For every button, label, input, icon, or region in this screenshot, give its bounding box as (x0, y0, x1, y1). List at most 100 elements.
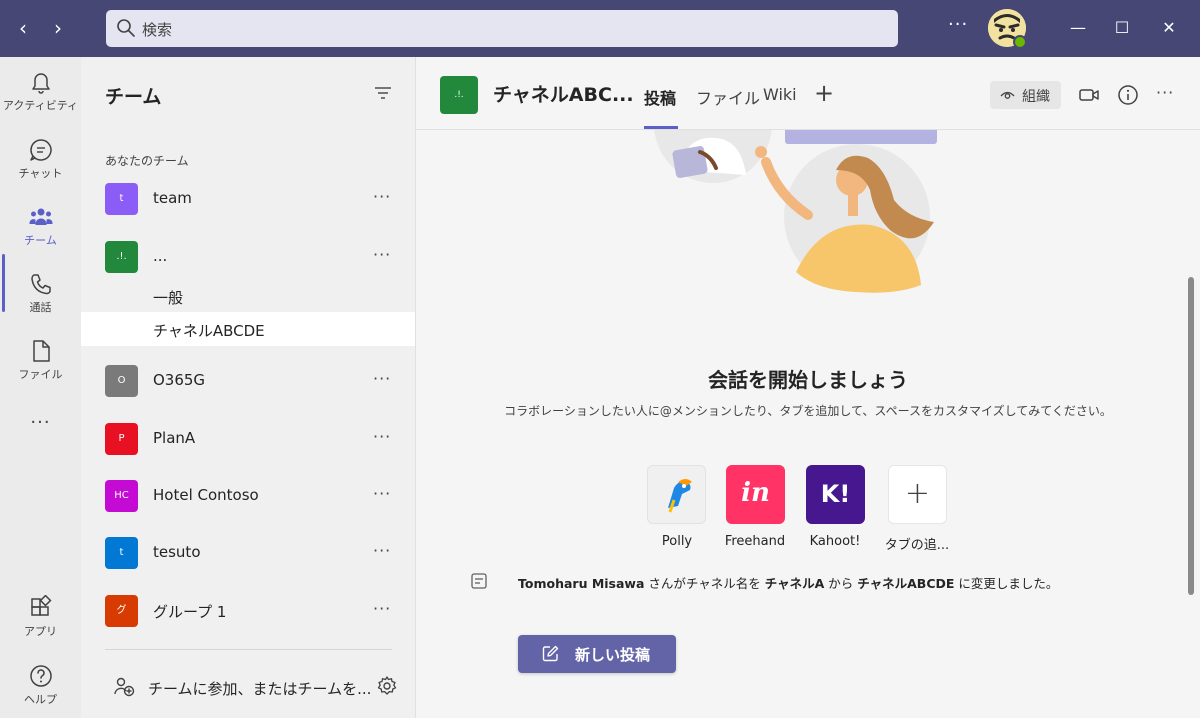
team-row-team[interactable]: t team ··· (81, 175, 415, 223)
tab-posts[interactable]: 投稿 (644, 85, 676, 109)
channel-name: チャネルABCDE (153, 322, 265, 340)
rail-item-help[interactable]: ヘルプ (0, 663, 81, 718)
join-team-icon[interactable] (113, 675, 135, 697)
maximize-button[interactable]: ☐ (1110, 16, 1134, 40)
message-text: さんがチャネル名を (644, 576, 765, 591)
team-more-button[interactable]: ··· (373, 187, 391, 206)
message-user[interactable]: Tomoharu Misawa (518, 576, 644, 591)
app-tile-polly[interactable] (647, 465, 706, 524)
add-tab-button[interactable]: + (814, 79, 834, 107)
rail-item-calls[interactable]: 通話 (0, 271, 81, 331)
rail-item-files[interactable]: ファイル (0, 338, 81, 398)
team-more-button[interactable]: ··· (373, 369, 391, 388)
team-more-button[interactable]: ··· (373, 245, 391, 264)
title-bar: ‹ › 検索 ··· — ☐ ✕ (0, 0, 1200, 57)
team-more-button[interactable]: ··· (373, 427, 391, 446)
team-name: tesuto (153, 543, 201, 561)
team-row-unnamed[interactable]: .!. ... ··· (81, 233, 415, 281)
team-tile: グ (105, 595, 138, 627)
app-label: Polly (661, 534, 693, 549)
presence-available-icon (1013, 35, 1027, 49)
channel-row-general[interactable]: 一般 (81, 279, 415, 313)
app-tile-freehand[interactable]: in (726, 465, 785, 524)
forward-button[interactable]: › (46, 16, 70, 40)
back-button[interactable]: ‹ (11, 16, 35, 40)
team-more-button[interactable]: ··· (373, 484, 391, 503)
rail-label: 通話 (29, 301, 52, 314)
invision-icon: in (741, 478, 770, 508)
team-row-plana[interactable]: P PlanA ··· (81, 415, 415, 463)
channel-main: .!. チャネルABC... 投稿 ファイル Wiki + 組織 ··· 会話を… (416, 57, 1200, 718)
rail-more-apps-button[interactable]: ··· (0, 412, 81, 442)
team-name: Hotel Contoso (153, 486, 259, 504)
app-label: タブの追... (884, 538, 950, 553)
system-message: Tomoharu Misawa さんがチャネル名を チャネルA から チャネルA… (518, 573, 1058, 592)
app-label: Freehand (724, 534, 786, 549)
rail-item-activity[interactable]: アクティビティ (0, 69, 81, 129)
filter-icon[interactable] (373, 83, 393, 103)
bell-icon (31, 73, 50, 94)
minimize-button[interactable]: — (1066, 16, 1090, 40)
team-name: ... (153, 247, 168, 265)
team-name: team (153, 189, 192, 207)
video-icon[interactable] (1078, 84, 1100, 106)
app-tile-kahoot[interactable]: K! (806, 465, 865, 524)
team-row-group1[interactable]: グ グループ 1 ··· (81, 587, 415, 635)
org-visibility-button[interactable]: 組織 (990, 81, 1061, 109)
rail-label: チャット (18, 167, 63, 180)
team-row-hotel-contoso[interactable]: HC Hotel Contoso ··· (81, 472, 415, 520)
gear-icon[interactable] (376, 675, 398, 697)
rail-label: チーム (24, 234, 57, 247)
eye-icon (1000, 91, 1015, 99)
panel-title: チーム (105, 86, 162, 108)
message-new-name: チャネルABCDE (857, 576, 955, 591)
team-name: PlanA (153, 429, 196, 447)
rail-item-apps[interactable]: アプリ (0, 595, 81, 655)
rail-item-chat[interactable]: チャット (0, 137, 81, 197)
rail-item-teams[interactable]: チーム (0, 204, 81, 264)
channel-more-button[interactable]: ··· (1156, 83, 1174, 102)
team-tile: t (105, 537, 138, 569)
tab-wiki[interactable]: Wiki (763, 85, 797, 104)
rail-label: アプリ (24, 625, 57, 638)
team-row-o365g[interactable]: O O365G ··· (81, 357, 415, 405)
message-text: に変更しました。 (954, 576, 1059, 591)
polly-icon (668, 479, 692, 513)
channel-team-tile: .!. (440, 76, 478, 114)
app-rail: アクティビティ チャット チーム 通話 ファイル ··· アプリ ヘルプ (0, 57, 81, 718)
empty-state-title: 会話を開始しましょう (708, 368, 908, 392)
divider (105, 649, 392, 650)
app-tile-add-tab[interactable]: + (888, 465, 947, 524)
active-tab-indicator (644, 126, 678, 129)
join-create-team-link[interactable]: チームに参加、またはチームを... (148, 678, 371, 699)
team-tile: t (105, 183, 138, 215)
team-row-tesuto[interactable]: t tesuto ··· (81, 529, 415, 577)
phone-icon (30, 274, 51, 295)
channel-row-selected[interactable]: チャネルABCDE (81, 312, 415, 346)
more-icon: ··· (30, 412, 51, 433)
section-header: あなたのチーム (105, 154, 189, 168)
channel-name: 一般 (153, 289, 184, 307)
channel-title: チャネルABC... (493, 84, 634, 106)
app-label: Kahoot! (809, 534, 861, 549)
more-options-button[interactable]: ··· (948, 14, 968, 35)
team-list-panel: チーム あなたのチーム t team ··· .!. ... ··· 一般 チャ… (81, 57, 416, 718)
chat-icon (29, 139, 52, 161)
team-more-button[interactable]: ··· (373, 541, 391, 560)
scrollbar[interactable] (1188, 277, 1194, 595)
team-tile: .!. (105, 241, 138, 273)
new-post-button[interactable]: 新しい投稿 (518, 635, 676, 673)
kahoot-icon: K! (820, 480, 851, 508)
plus-icon: + (904, 476, 931, 511)
channel-rename-icon (471, 573, 487, 589)
team-tile: HC (105, 480, 138, 512)
team-more-button[interactable]: ··· (373, 599, 391, 618)
search-input[interactable]: 検索 (106, 10, 898, 47)
team-tile: O (105, 365, 138, 397)
org-label: 組織 (1022, 89, 1050, 105)
tab-files[interactable]: ファイル (696, 85, 760, 109)
info-icon[interactable] (1117, 84, 1139, 106)
message-text: から (824, 576, 858, 591)
empty-state-description: コラボレーションしたい人に@メンションしたり、タブを追加して、スペースをカスタマ… (504, 404, 1112, 418)
close-button[interactable]: ✕ (1157, 16, 1181, 40)
